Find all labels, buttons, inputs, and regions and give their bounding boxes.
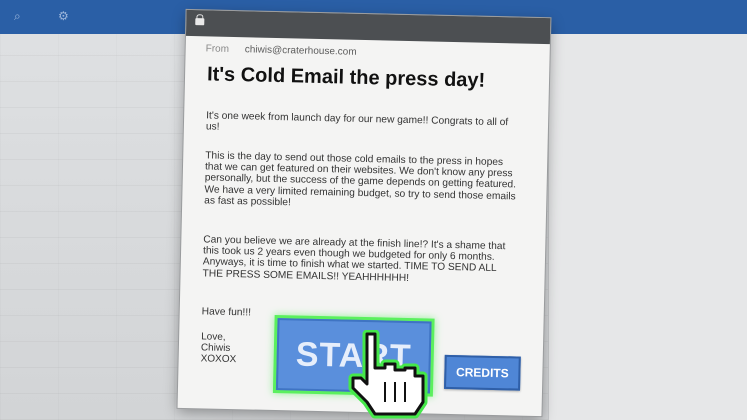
- signoff-line: XOXOX: [200, 353, 237, 366]
- from-label: From: [205, 43, 230, 55]
- email-subject: It's Cold Email the press day!: [206, 63, 486, 92]
- email-paragraph: Can you believe we are already at the fi…: [202, 234, 506, 284]
- email-paragraph: This is the day to send out those cold e…: [204, 150, 517, 209]
- from-row: From chiwis@craterhouse.com: [206, 43, 357, 57]
- settings-icon: ⚙: [58, 9, 69, 23]
- email-paragraph: It's one week from launch day for our ne…: [205, 110, 509, 133]
- email-signoff: Love, Chiwis XOXOX: [201, 331, 237, 365]
- lock-icon: [195, 18, 205, 26]
- hand-pointer-icon: [348, 330, 428, 419]
- from-address: chiwis@craterhouse.com: [244, 44, 357, 58]
- search-icon: ⌕: [14, 9, 21, 23]
- credits-button[interactable]: CREDITS: [444, 354, 521, 391]
- background-right-pane: [548, 34, 747, 420]
- signoff-line: Love,: [201, 331, 226, 343]
- signoff-line: Chiwis: [200, 342, 231, 355]
